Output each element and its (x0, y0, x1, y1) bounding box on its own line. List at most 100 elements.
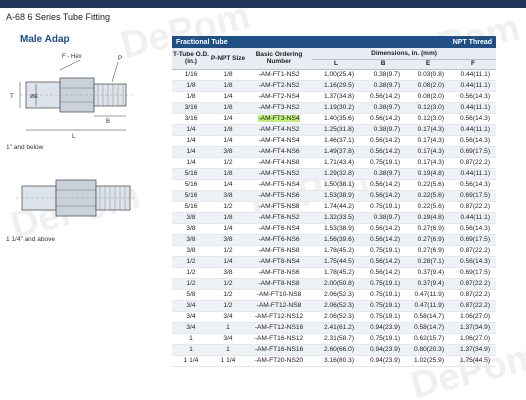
cell-f: 0.44(11.1) (450, 80, 497, 92)
cell-pnpt: 3/4 (210, 311, 246, 323)
cell-e: 0.19(4.8) (406, 212, 451, 224)
cell-b: 0.56(14.2) (360, 113, 407, 125)
cell-tube-od: 1/2 (172, 256, 210, 268)
cell-l: 2.60(66.0) (312, 344, 361, 356)
cell-ordering-number: -AM-FT16-NS12 (246, 333, 312, 345)
cell-tube-od: 1/8 (172, 80, 210, 92)
table-row: 1/8 1/8 -AM-FT2-NS2 1.16(29.5) 0.38(9.7) 0.08… (172, 80, 497, 92)
cell-f: 0.87(22.2) (450, 278, 497, 290)
cell-e: 0.08(2.0) (406, 80, 451, 92)
cell-f: 0.69(17.5) (450, 234, 497, 246)
page-heading: A-68 6 Series Tube Fitting (6, 12, 111, 22)
table-row: 5/16 1/4 -AM-FT5-NS4 1.50(38.1) 0.56(14.2) 0.… (172, 179, 497, 191)
cell-pnpt: 1/2 (210, 245, 246, 257)
cell-l: 1.56(39.6) (312, 234, 361, 246)
cell-pnpt: 3/8 (210, 190, 246, 202)
cell-e: 0.27(6.9) (406, 223, 451, 235)
table-row: 1/2 1/2 -AM-FT8-NS8 2.00(50.8) 0.75(19.1) 0.3… (172, 278, 497, 290)
table-row: 1/8 1/4 -AM-FT2-NS4 1.37(34.8) 0.56(14.2) 0.0… (172, 91, 497, 103)
cell-f: 1.06(27.0) (450, 333, 497, 345)
cell-b: 0.75(19.1) (360, 300, 407, 312)
cell-ordering-number: -AM-FT6-NS8 (246, 245, 312, 257)
cell-e: 1.02(25.9) (406, 355, 451, 367)
cell-e: 0.19(4.8) (406, 168, 451, 180)
cell-l: 2.06(52.3) (312, 289, 361, 301)
cell-pnpt: 1/4 (210, 179, 246, 191)
cell-tube-od: 1/2 (172, 267, 210, 279)
label-od: ØE (30, 94, 38, 100)
cell-l: 2.06(52.3) (312, 311, 361, 323)
cell-l: 1.25(31.8) (312, 124, 361, 136)
cell-b: 0.94(23.9) (360, 355, 407, 367)
cell-f: 1.37(34.9) (450, 344, 497, 356)
cell-b: 0.56(14.2) (360, 135, 407, 147)
cell-ordering-number: -AM-FT8-NS4 (246, 256, 312, 268)
cell-l: 1.16(29.5) (312, 80, 361, 92)
cell-f: 0.87(22.2) (450, 245, 497, 257)
cell-pnpt: 1/8 (210, 102, 246, 114)
cell-tube-od: 5/8 (172, 289, 210, 301)
table-row: 1/4 3/8 -AM-FT4-NS6 1.49(37.8) 0.56(14.2) 0.1… (172, 146, 497, 158)
cell-f: 0.87(22.2) (450, 289, 497, 301)
cell-l: 1.49(37.8) (312, 146, 361, 158)
cell-f: 0.87(22.2) (450, 300, 497, 312)
cell-tube-od: 5/16 (172, 190, 210, 202)
header-dimensions: Dimensions, in. (mm) (312, 48, 497, 60)
cell-b: 0.56(14.2) (360, 223, 407, 235)
cell-e: 0.22(5.6) (406, 190, 451, 202)
table-row: 1/4 1/2 -AM-FT4-NS8 1.71(43.4) 0.75(19.1) 0.1… (172, 157, 497, 169)
cell-tube-od: 3/16 (172, 102, 210, 114)
cell-b: 0.38(9.7) (360, 124, 407, 136)
cell-l: 1.29(32.8) (312, 168, 361, 180)
cell-b: 0.56(14.2) (360, 234, 407, 246)
cell-tube-od: 5/16 (172, 179, 210, 191)
header-basic-ordering: Basic Ordering Number (246, 48, 312, 70)
cell-pnpt: 1 (210, 322, 246, 334)
cell-f: 0.87(22.2) (450, 201, 497, 213)
cell-pnpt: 1/2 (210, 278, 246, 290)
cell-pnpt: 3/4 (210, 333, 246, 345)
cell-f: 0.44(11.1) (450, 102, 497, 114)
cell-ordering-number: -AM-FT10-NS8 (246, 289, 312, 301)
cell-f: 0.44(11.1) (450, 124, 497, 136)
cell-l: 1.46(37.1) (312, 135, 361, 147)
cell-ordering-number: -AM-FT8-NS8 (246, 278, 312, 290)
cell-b: 0.75(19.1) (360, 333, 407, 345)
cell-pnpt: 1/4 (210, 91, 246, 103)
cell-f: 0.69(17.5) (450, 146, 497, 158)
cell-l: 1.78(45.2) (312, 267, 361, 279)
cell-b: 0.56(14.2) (360, 190, 407, 202)
cell-e: 0.22(5.6) (406, 179, 451, 191)
table-row: 1 3/4 -AM-FT16-NS12 2.31(58.7) 0.75(19.1) 0.6… (172, 333, 497, 345)
cell-pnpt: 1/2 (210, 157, 246, 169)
header-l: L (312, 59, 361, 70)
cell-ordering-number: -AM-FT4-NS6 (246, 146, 312, 158)
cell-tube-od: 1 (172, 344, 210, 356)
cell-e: 0.03(0.8) (406, 69, 451, 81)
cell-ordering-number: -AM-FT5-NS8 (246, 201, 312, 213)
cell-b: 0.75(19.1) (360, 201, 407, 213)
cell-b: 0.56(14.2) (360, 146, 407, 158)
cell-pnpt: 3/8 (210, 267, 246, 279)
cell-b: 0.38(9.7) (360, 212, 407, 224)
cell-tube-od: 5/16 (172, 201, 210, 213)
table-row: 1/4 1/4 -AM-FT4-NS4 1.46(37.1) 0.56(14.2) 0.1… (172, 135, 497, 147)
band-npt-thread: NPT Thread (360, 36, 497, 48)
cell-ordering-number: -AM-FT12-NS16 (246, 322, 312, 334)
cell-ordering-number: -AM-FT5-NS4 (246, 179, 312, 191)
table-row: 3/16 1/8 -AM-FT3-NS2 1.19(30.2) 0.38(9.7) 0.1… (172, 102, 497, 114)
cell-e: 0.12(3.0) (406, 113, 451, 125)
cell-tube-od: 1/2 (172, 278, 210, 290)
cell-f: 0.56(14.3) (450, 91, 497, 103)
cell-pnpt: 1/4 (210, 113, 246, 125)
cell-tube-od: 1/4 (172, 135, 210, 147)
cell-b: 0.38(9.7) (360, 168, 407, 180)
cell-l: 1.40(35.6) (312, 113, 361, 125)
cell-pnpt: 1/8 (210, 124, 246, 136)
cell-pnpt: 1/2 (210, 300, 246, 312)
cell-e: 0.27(6.9) (406, 234, 451, 246)
cell-f: 0.69(17.5) (450, 267, 497, 279)
cell-b: 0.56(14.2) (360, 256, 407, 268)
cell-pnpt: 1/4 (210, 135, 246, 147)
cell-f: 0.44(11.1) (450, 212, 497, 224)
